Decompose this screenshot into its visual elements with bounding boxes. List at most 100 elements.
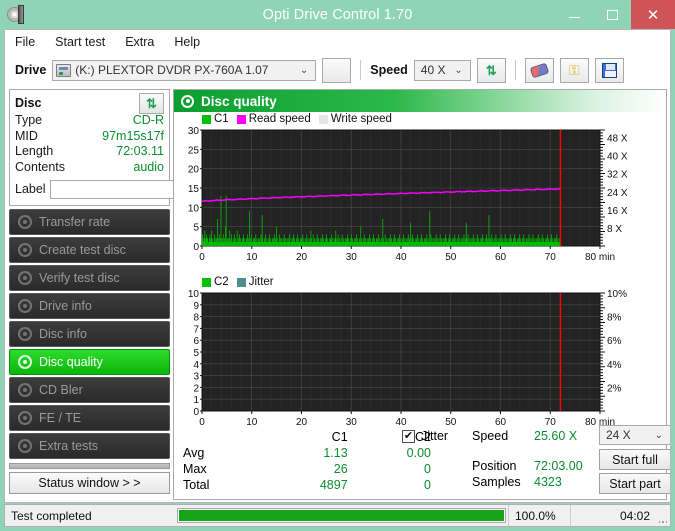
table-row: Total 4897 0 [182,477,432,493]
svg-text:40 X: 40 X [607,152,628,163]
c1-plot: 0510152025308 X16 X24 X32 X40 X48 X0 10 20… [188,126,628,263]
disc-label-key: Label [15,182,46,196]
svg-text:2: 2 [193,383,199,394]
disc-row-value: 72:03.11 [116,144,164,158]
svg-text:70: 70 [545,252,557,263]
legend-entry-c1: C1 [202,113,229,125]
menu-item-file[interactable]: File [15,35,35,49]
menu-item-help[interactable]: Help [174,35,200,49]
maximize-button[interactable] [593,0,631,29]
svg-text:20: 20 [296,252,308,263]
fe-te-icon [18,411,32,425]
status-window-button[interactable]: Status window > > [9,472,170,494]
disc-row-length: Length 72:03.11 [15,144,164,160]
sidebar-item-transfer-rate[interactable]: Transfer rate [9,209,170,235]
menu-item-extra[interactable]: Extra [125,35,154,49]
erase-button[interactable] [524,57,554,83]
window-controls: ✕ [555,0,675,29]
start-full-button[interactable]: Start full [599,449,670,470]
close-button[interactable]: ✕ [631,0,675,29]
svg-text:10: 10 [188,289,200,300]
toolbar-separator [360,60,362,80]
drive-info-icon [18,299,32,313]
sidebar-item-label: Disc quality [39,355,103,369]
svg-text:25: 25 [188,145,200,156]
legend-entry-write-speed: Write speed [318,113,392,125]
sidebar-item-label: FE / TE [39,411,82,425]
sidebar-item-create-test-disc[interactable]: Create test disc [9,237,170,263]
svg-text:16 X: 16 X [607,206,628,217]
sidebar-item-disc-info[interactable]: Disc info [9,321,170,347]
drive-label: Drive [15,63,47,77]
app-icon [6,4,28,26]
charts-container: C1 Read speed Write speed 0 5 10 15 20 2… [174,112,666,428]
legend-label: Jitter [248,276,274,288]
legend-entry-c2: C2 [202,276,229,288]
page-title: Disc quality [201,93,277,109]
speed-label: Speed [370,63,408,77]
main-header: Disc quality [174,90,666,112]
sidebar-item-label: Drive info [39,299,92,313]
disc-panel-header: Disc ⇅ [15,92,164,114]
elapsed-time: 04:02 [570,505,656,526]
minimize-button[interactable] [555,0,593,29]
stats-max-c1: 26 [333,462,348,476]
samples-stat-value: 4323 [534,475,562,489]
svg-text:7: 7 [193,324,199,335]
toolbar: Drive (K:) PLEXTOR DVDR PX-760A 1.07 ⌄ S… [5,53,670,87]
legend-swatch [202,277,211,287]
svg-text:4%: 4% [607,360,622,371]
client-area: File Start test Extra Help Drive (K:) PL… [4,29,671,503]
sidebar-item-extra-tests[interactable]: Extra tests [9,433,170,459]
refresh-button[interactable]: ⇅ [476,57,506,83]
jitter-checkbox[interactable]: ✔ [402,429,415,443]
start-part-button[interactable]: Start part [599,473,670,494]
disc-verify-icon [18,271,32,285]
sidebar-item-verify-test-disc[interactable]: Verify test disc [9,265,170,291]
legend-swatch [236,114,246,124]
c2-chart-legend: C2 Jitter [202,276,278,288]
eject-button[interactable] [322,57,352,83]
speed-select[interactable]: 40 X ⌄ [413,59,471,81]
speed-select-value: 40 X [420,63,446,77]
sidebar-item-drive-info[interactable]: Drive info [9,293,170,319]
speed-stat-label: Speed [472,429,509,443]
status-bar: Test completed 100.0% 04:02 [4,504,671,527]
test-speed-select[interactable]: 24 X ⌄ [599,425,670,445]
svg-text:30: 30 [346,252,358,263]
plug-button[interactable]: ⚿ [559,57,589,83]
menu-item-start-test[interactable]: Start test [55,35,105,49]
resize-grip[interactable] [656,505,670,526]
save-button[interactable] [594,57,624,83]
disc-refresh-button[interactable]: ⇅ [139,92,164,114]
main-area: Disc quality C1 Read speed Write speed 0… [173,87,670,502]
disc-row-key: Type [15,113,43,127]
jitter-checkbox-row[interactable]: ✔ Jitter [402,429,448,443]
svg-text:80 min: 80 min [585,252,615,263]
maximize-icon [606,9,618,20]
disc-create-icon [18,243,32,257]
disc-row-key: Length [15,144,54,158]
disc-info-icon [18,327,32,341]
progress-text: 100.0% [508,505,570,526]
disc-quality-panel: Disc quality C1 Read speed Write speed 0… [173,89,670,500]
plug-icon: ⚿ [568,61,580,78]
sidebar-item-fe-te[interactable]: FE / TE [9,405,170,431]
drive-select[interactable]: (K:) PLEXTOR DVDR PX-760A 1.07 ⌄ [52,59,317,81]
speed-stat-value: 25.60 X [534,429,578,443]
c2-jitter-chart: C2 Jitter 0 1 2 3 4 5 6 7 8 9 10 2% 4% 6% 8% 10% 0 10 20 30… [174,276,666,434]
svg-text:6: 6 [193,336,199,347]
minimize-icon [568,17,580,18]
stats-table: C1 C2 Avg 1.13 0.00 Max 26 0 Total 4897 … [182,429,432,493]
sidebar-item-label: Verify test disc [39,271,120,285]
svg-text:5: 5 [193,348,199,359]
sidebar-item-cd-bler[interactable]: CD Bler [9,377,170,403]
disc-row-value: CD-R [132,113,164,127]
drive-select-value: (K:) PLEXTOR DVDR PX-760A 1.07 [75,63,269,77]
sidebar-item-disc-quality[interactable]: Disc quality [9,349,170,375]
legend-entry-read-speed: Read speed [236,113,311,125]
legend-label: C1 [214,113,229,125]
svg-text:24 X: 24 X [607,188,628,199]
svg-text:2%: 2% [607,383,622,394]
body: Disc ⇅ Type CD-R MID 97m15s17f Length 72… [5,87,670,502]
